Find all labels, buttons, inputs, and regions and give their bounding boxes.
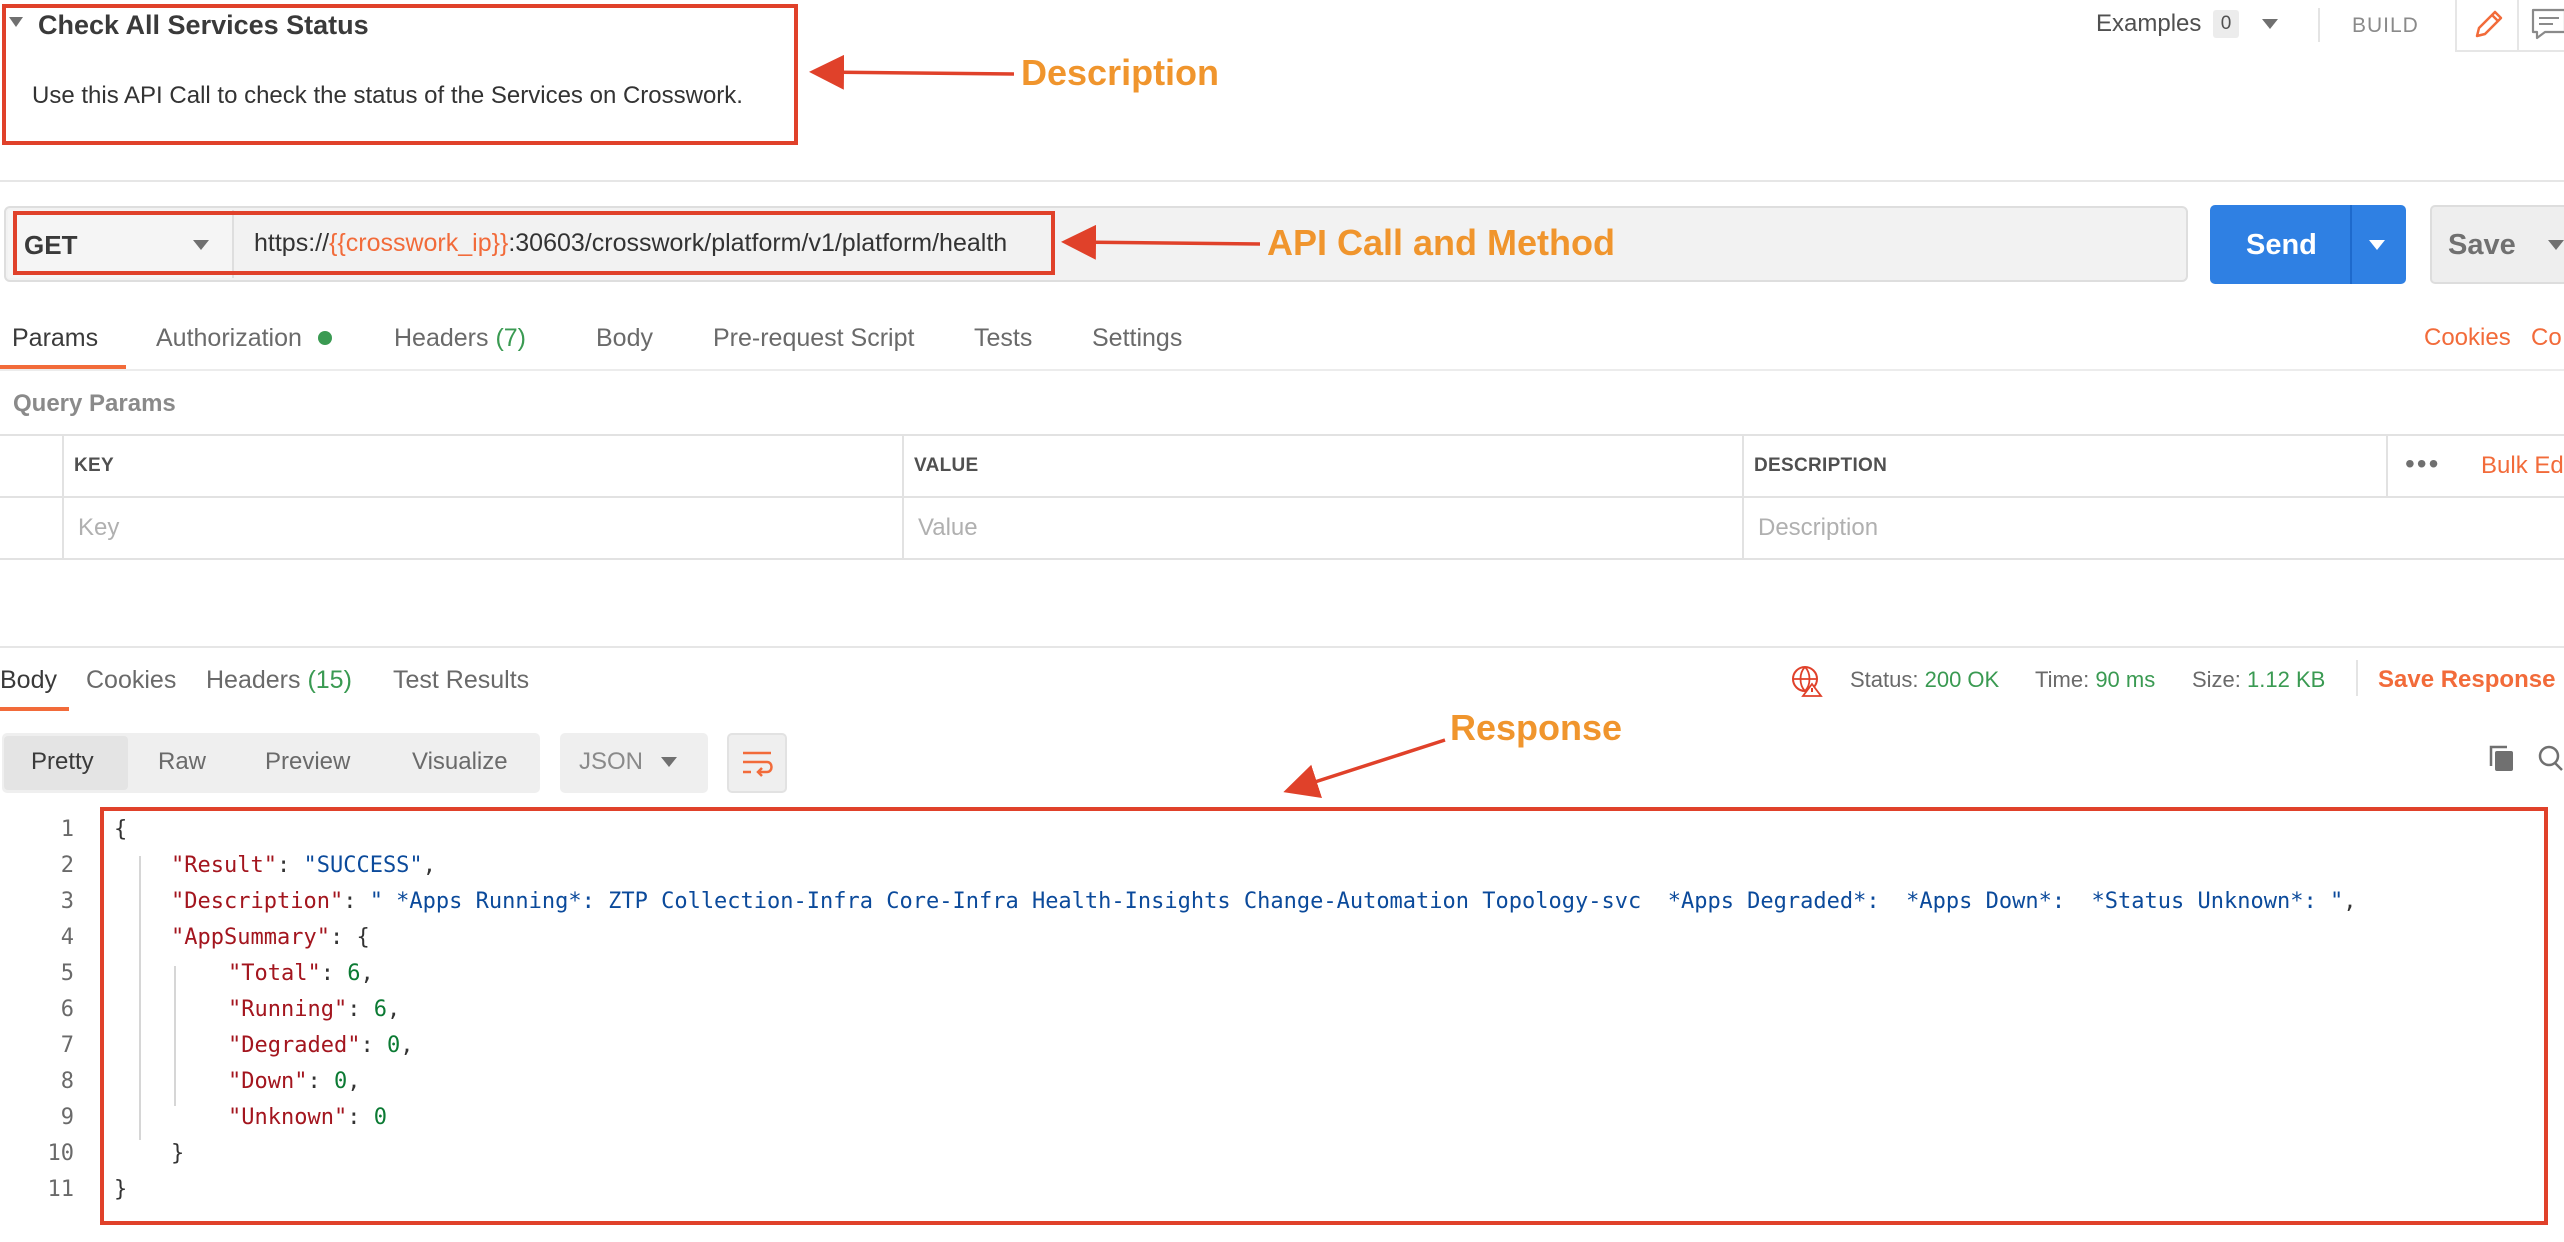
arrow-to-description bbox=[809, 54, 1015, 90]
more-options-icon[interactable]: ••• bbox=[2405, 448, 2440, 480]
auth-status-dot bbox=[318, 331, 332, 345]
annotation-api-call: API Call and Method bbox=[1267, 222, 1616, 263]
cookies-link[interactable]: Cookies bbox=[2424, 324, 2511, 352]
time-label: Time: bbox=[2035, 667, 2090, 692]
build-mode-label[interactable]: BUILD bbox=[2352, 14, 2419, 38]
wrap-icon bbox=[743, 751, 773, 777]
tab-headers-label: Headers bbox=[394, 324, 489, 352]
query-params-title: Query Params bbox=[13, 390, 176, 417]
response-size: Size: 1.12 KB bbox=[2192, 667, 2325, 693]
description-input[interactable]: Description bbox=[1758, 514, 1878, 542]
line-number: 7 bbox=[60, 1033, 74, 1058]
network-globe-icon[interactable] bbox=[1790, 664, 1824, 703]
copy-icon[interactable] bbox=[2486, 742, 2518, 781]
bulk-edit-link[interactable]: Bulk Ed bbox=[2481, 452, 2564, 480]
arrow-to-response bbox=[1283, 738, 1446, 799]
language-value: JSON bbox=[579, 748, 644, 775]
key-input[interactable]: Key bbox=[78, 514, 119, 542]
format-raw[interactable]: Raw bbox=[158, 748, 206, 776]
line-number: 11 bbox=[47, 1177, 75, 1202]
line-number: 10 bbox=[47, 1141, 75, 1166]
wrap-lines-button[interactable] bbox=[727, 733, 787, 793]
api-call-highlight-box bbox=[13, 211, 1055, 275]
headers-count: (7) bbox=[495, 324, 527, 352]
column-header-description: DESCRIPTION bbox=[1754, 455, 1888, 476]
column-header-key: KEY bbox=[74, 455, 114, 476]
table-col-divider bbox=[1742, 434, 1744, 560]
send-divider bbox=[2350, 205, 2352, 284]
response-tab-headers[interactable]: Headers (15) bbox=[206, 666, 352, 695]
response-tab-test-results[interactable]: Test Results bbox=[393, 666, 529, 695]
line-number: 6 bbox=[60, 997, 74, 1022]
language-dropdown-icon[interactable] bbox=[661, 757, 677, 767]
line-number: 4 bbox=[60, 925, 74, 950]
code-link[interactable]: Co bbox=[2531, 324, 2562, 352]
table-bottom-border bbox=[0, 558, 2564, 560]
response-active-tab-indicator bbox=[0, 707, 69, 711]
column-header-value: VALUE bbox=[914, 455, 979, 476]
annotation-response: Response bbox=[1450, 707, 1623, 748]
tab-settings[interactable]: Settings bbox=[1092, 324, 1182, 353]
format-pretty[interactable]: Pretty bbox=[31, 748, 94, 776]
line-number: 9 bbox=[60, 1105, 74, 1130]
edit-mode-button[interactable] bbox=[2455, 0, 2519, 52]
tab-params[interactable]: Params bbox=[12, 324, 98, 353]
tab-body[interactable]: Body bbox=[596, 324, 653, 353]
tab-prerequest-script[interactable]: Pre-request Script bbox=[713, 324, 914, 353]
line-number: 8 bbox=[60, 1069, 74, 1094]
line-number: 2 bbox=[60, 853, 74, 878]
divider bbox=[2356, 660, 2358, 696]
pencil-icon bbox=[2475, 10, 2503, 38]
table-col-divider bbox=[902, 434, 904, 560]
annotation-description: Description bbox=[1021, 52, 1220, 93]
table-header-border bbox=[0, 496, 2564, 498]
search-icon[interactable] bbox=[2534, 742, 2564, 781]
table-col-divider bbox=[62, 434, 64, 560]
tab-tests[interactable]: Tests bbox=[974, 324, 1032, 353]
response-divider bbox=[0, 646, 2564, 648]
size-label: Size: bbox=[2192, 667, 2241, 692]
header-divider bbox=[0, 180, 2564, 182]
line-number: 5 bbox=[60, 961, 74, 986]
response-headers-count: (15) bbox=[307, 666, 352, 694]
comment-icon bbox=[2531, 8, 2564, 40]
status-value: 200 OK bbox=[1924, 667, 2000, 692]
value-input[interactable]: Value bbox=[918, 514, 978, 542]
tab-headers[interactable]: Headers (7) bbox=[394, 324, 526, 353]
comments-button[interactable] bbox=[2519, 0, 2564, 52]
table-top-border bbox=[0, 434, 2564, 436]
examples-label[interactable]: Examples bbox=[2096, 10, 2201, 38]
table-col-divider bbox=[2386, 434, 2388, 496]
send-label: Send bbox=[2246, 229, 2317, 261]
description-highlight-box bbox=[2, 4, 798, 145]
tab-authorization[interactable]: Authorization bbox=[156, 324, 302, 353]
examples-count-badge: 0 bbox=[2213, 10, 2239, 38]
line-number: 1 bbox=[60, 817, 74, 842]
format-preview[interactable]: Preview bbox=[265, 748, 350, 776]
line-number: 3 bbox=[60, 889, 74, 914]
response-status: Status: 200 OK bbox=[1850, 667, 1999, 693]
response-tab-cookies[interactable]: Cookies bbox=[86, 666, 176, 695]
divider bbox=[2318, 8, 2320, 42]
size-value: 1.12 KB bbox=[2247, 667, 2326, 692]
response-headers-label: Headers bbox=[206, 666, 301, 694]
send-options-icon[interactable] bbox=[2369, 240, 2385, 250]
response-tab-body[interactable]: Body bbox=[0, 666, 57, 695]
tabs-divider bbox=[0, 369, 2564, 371]
examples-dropdown-icon[interactable] bbox=[2262, 19, 2278, 29]
format-visualize[interactable]: Visualize bbox=[412, 748, 508, 776]
response-highlight-box bbox=[100, 807, 2548, 1225]
status-label: Status: bbox=[1850, 667, 1919, 692]
save-response-button[interactable]: Save Response bbox=[2378, 666, 2555, 694]
response-time: Time: 90 ms bbox=[2035, 667, 2155, 693]
time-value: 90 ms bbox=[2095, 667, 2156, 692]
save-label: Save bbox=[2448, 229, 2516, 261]
save-options-icon[interactable] bbox=[2548, 240, 2564, 250]
